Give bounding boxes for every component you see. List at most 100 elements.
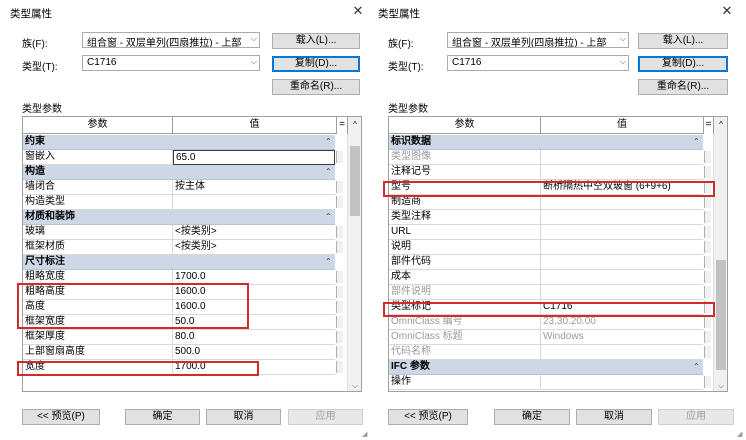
group-header-row[interactable]: 标识数据 ⌃ (389, 135, 703, 150)
row-formula-cell[interactable] (336, 181, 343, 193)
row-formula-cell[interactable] (336, 271, 343, 283)
column-header-param[interactable]: 参数 (23, 117, 173, 134)
param-value[interactable]: Windows (541, 330, 703, 345)
row-formula-cell[interactable] (704, 166, 711, 178)
param-row[interactable]: 框架材质 <按类别> (23, 240, 343, 255)
param-row[interactable]: 墙闭合 按主体 (23, 180, 343, 195)
group-header-row[interactable]: 材质和装饰 ⌃ (23, 210, 335, 225)
row-formula-cell[interactable] (336, 331, 343, 343)
param-row[interactable]: 部件代码 (389, 255, 711, 270)
apply-button[interactable]: 应用 (658, 409, 734, 425)
scroll-down-icon[interactable]: ⌵ (348, 381, 361, 391)
param-row[interactable]: 玻璃 <按类别> (23, 225, 343, 240)
double-chevron-up-icon[interactable]: ⌃ (693, 360, 700, 374)
row-formula-cell[interactable] (704, 316, 711, 328)
double-chevron-up-icon[interactable]: ⌃ (325, 210, 332, 224)
rename-button[interactable]: 重命名(R)... (272, 79, 360, 95)
scrollbar-thumb[interactable] (716, 260, 726, 370)
param-row[interactable]: 框架厚度 80.0 (23, 330, 343, 345)
formula-eq-button[interactable]: = (703, 117, 713, 134)
param-value[interactable] (541, 165, 703, 180)
column-header-value[interactable]: 值 (541, 117, 703, 134)
row-formula-cell[interactable] (336, 361, 343, 373)
apply-button[interactable]: 应用 (288, 409, 363, 425)
param-value[interactable] (541, 210, 703, 225)
family-select[interactable]: 组合窗 - 双层单列(四扇推拉) - 上部 ⌵ (82, 32, 260, 48)
row-formula-cell[interactable] (336, 151, 343, 163)
close-icon[interactable]: ✕ (350, 3, 366, 19)
double-chevron-up-icon[interactable]: ⌃ (325, 255, 332, 269)
scrollbar-thumb[interactable] (350, 146, 360, 216)
type-select[interactable]: C1716 ⌵ (447, 55, 629, 71)
type-select[interactable]: C1716 ⌵ (82, 55, 260, 71)
row-formula-cell[interactable] (704, 331, 711, 343)
row-formula-cell[interactable] (704, 256, 711, 268)
param-value[interactable]: 500.0 (173, 345, 335, 360)
row-formula-cell[interactable] (336, 316, 343, 328)
group-header-row[interactable]: IFC 参数 ⌃ (389, 360, 703, 375)
param-row[interactable]: 上部窗扇高度 500.0 (23, 345, 343, 360)
row-formula-cell[interactable] (336, 196, 343, 208)
param-row[interactable]: URL (389, 225, 711, 240)
group-header-row[interactable]: 尺寸标注 ⌃ (23, 255, 335, 270)
param-row[interactable]: 类型图像 (389, 150, 711, 165)
param-value[interactable] (541, 150, 703, 165)
preview-button[interactable]: << 预览(P) (388, 409, 468, 425)
param-row[interactable]: 部件说明 (389, 285, 711, 300)
row-formula-cell[interactable] (704, 151, 711, 163)
param-value[interactable] (541, 285, 703, 300)
param-value[interactable] (541, 195, 703, 210)
preview-button[interactable]: << 预览(P) (22, 409, 100, 425)
param-row[interactable]: 注释记号 (389, 165, 711, 180)
param-value[interactable]: <按类别> (173, 240, 335, 255)
row-formula-cell[interactable] (704, 376, 711, 388)
load-button[interactable]: 载入(L)... (272, 33, 360, 49)
row-formula-cell[interactable] (704, 211, 711, 223)
row-formula-cell[interactable] (704, 196, 711, 208)
double-chevron-up-icon[interactable]: ⌃ (325, 165, 332, 179)
row-formula-cell[interactable] (704, 271, 711, 283)
param-value[interactable] (541, 345, 703, 360)
param-row[interactable]: 类型注释 (389, 210, 711, 225)
param-value[interactable] (541, 270, 703, 285)
param-row[interactable]: 代码名称 (389, 345, 711, 360)
group-header-row[interactable]: 约束 ⌃ (23, 135, 335, 150)
cancel-button[interactable]: 取消 (576, 409, 652, 425)
param-value[interactable] (541, 375, 703, 390)
ok-button[interactable]: 确定 (494, 409, 570, 425)
row-formula-cell[interactable] (704, 286, 711, 298)
param-value[interactable]: <按类别> (173, 225, 335, 240)
row-formula-cell[interactable] (704, 226, 711, 238)
close-icon[interactable]: ✕ (719, 3, 735, 19)
column-header-param[interactable]: 参数 (389, 117, 541, 134)
param-row[interactable]: OmniClass 编号 23.30.20.00 (389, 315, 711, 330)
scrollbar[interactable]: ⌵ (347, 134, 361, 391)
scrollbar[interactable]: ⌵ (713, 134, 727, 391)
column-header-value[interactable]: 值 (173, 117, 336, 134)
param-value[interactable] (541, 255, 703, 270)
load-button[interactable]: 载入(L)... (638, 33, 728, 49)
param-value[interactable]: 65.0 (173, 150, 335, 165)
duplicate-button[interactable]: 复制(D)... (638, 56, 728, 72)
ok-button[interactable]: 确定 (125, 409, 200, 425)
resize-grip-icon[interactable]: ◢ (737, 430, 742, 438)
param-row[interactable]: 窗嵌入 65.0 (23, 150, 343, 165)
param-value[interactable]: 按主体 (173, 180, 335, 195)
param-row[interactable]: OmniClass 标题 Windows (389, 330, 711, 345)
row-formula-cell[interactable] (704, 346, 711, 358)
row-formula-cell[interactable] (704, 241, 711, 253)
param-value[interactable] (173, 195, 335, 210)
param-row[interactable]: 操作 (389, 375, 711, 390)
row-formula-cell[interactable] (336, 241, 343, 253)
param-row[interactable]: 构造类型 (23, 195, 343, 210)
duplicate-button[interactable]: 复制(D)... (272, 56, 360, 72)
double-chevron-up-icon[interactable]: ⌃ (325, 135, 332, 149)
resize-grip-icon[interactable]: ◢ (362, 430, 367, 438)
param-value[interactable] (541, 240, 703, 255)
group-header-row[interactable]: 构造 ⌃ (23, 165, 335, 180)
param-row[interactable]: 成本 (389, 270, 711, 285)
cancel-button[interactable]: 取消 (206, 409, 281, 425)
param-value[interactable] (541, 225, 703, 240)
row-formula-cell[interactable] (336, 346, 343, 358)
rename-button[interactable]: 重命名(R)... (638, 79, 728, 95)
